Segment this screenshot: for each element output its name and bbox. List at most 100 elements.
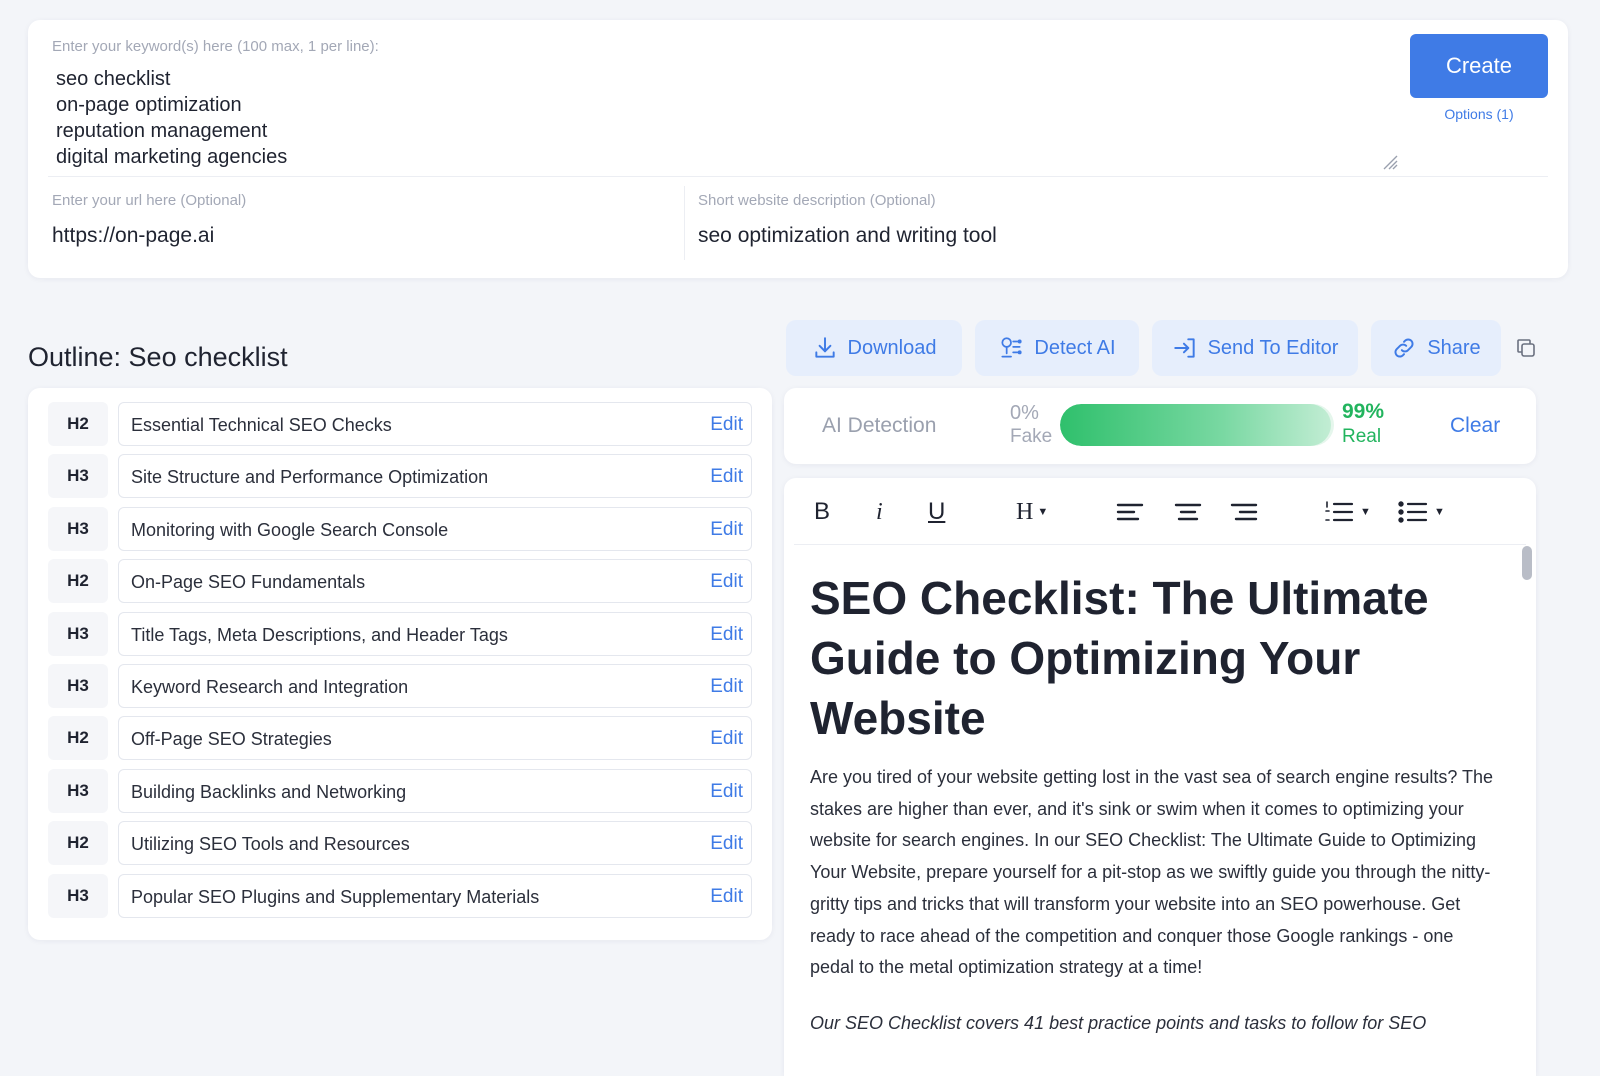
- outline-list: H2 Essential Technical SEO Checks Edit H…: [28, 388, 772, 940]
- keyword-input-panel: Enter your keyword(s) here (100 max, 1 p…: [28, 20, 1568, 278]
- heading-level-badge: H2: [48, 716, 108, 761]
- outline-row: H2 Off-Page SEO Strategies Edit: [28, 714, 772, 766]
- edit-button[interactable]: Edit: [710, 466, 743, 488]
- italic-label: i: [876, 498, 883, 525]
- fake-label: Fake: [1010, 426, 1053, 447]
- align-right-icon: [1230, 503, 1258, 521]
- url-input[interactable]: https://on-page.ai: [52, 224, 214, 248]
- keywords-label: Enter your keyword(s) here (100 max, 1 p…: [52, 38, 379, 55]
- ai-detection-panel: AI Detection 0% Fake 99% Real Clear: [784, 388, 1536, 464]
- create-button[interactable]: Create: [1410, 34, 1548, 98]
- outline-heading-field[interactable]: On-Page SEO Fundamentals Edit: [118, 559, 752, 604]
- outline-row: H3 Building Backlinks and Networking Edi…: [28, 767, 772, 819]
- detect-ai-label: Detect AI: [1034, 336, 1116, 359]
- heading-level-badge: H3: [48, 768, 108, 813]
- heading-level-badge: H3: [48, 611, 108, 656]
- outline-heading-text: Site Structure and Performance Optimizat…: [131, 467, 489, 488]
- download-label: Download: [847, 336, 937, 359]
- outline-heading-field[interactable]: Building Backlinks and Networking Edit: [118, 768, 752, 813]
- outline-row: H3 Title Tags, Meta Descriptions, and He…: [28, 610, 772, 662]
- detect-ai-button[interactable]: Detect AI: [975, 320, 1139, 376]
- align-center-button[interactable]: [1174, 496, 1202, 528]
- divider: [48, 176, 1548, 177]
- outline-heading-field[interactable]: Title Tags, Meta Descriptions, and Heade…: [118, 611, 752, 656]
- outline-heading-text: Monitoring with Google Search Console: [131, 519, 449, 540]
- outline-heading-text: Building Backlinks and Networking: [131, 781, 407, 802]
- edit-button[interactable]: Edit: [710, 571, 743, 593]
- outline-title: Outline: Seo checklist: [28, 342, 288, 372]
- bullet-list-dropdown[interactable]: ▼: [1398, 496, 1445, 528]
- outline-row: H3 Keyword Research and Integration Edit: [28, 662, 772, 714]
- edit-button[interactable]: Edit: [710, 519, 743, 541]
- send-to-editor-label: Send To Editor: [1207, 336, 1339, 359]
- ai-detection-bar: [1060, 404, 1334, 446]
- outline-heading-field[interactable]: Utilizing SEO Tools and Resources Edit: [118, 821, 752, 866]
- keywords-textarea[interactable]: seo checklist on-page optimization reput…: [56, 66, 287, 170]
- align-center-icon: [1174, 503, 1202, 521]
- document-title[interactable]: SEO Checklist: The Ultimate Guide to Opt…: [810, 568, 1490, 748]
- edit-button[interactable]: Edit: [710, 414, 743, 436]
- outline-heading-text: Essential Technical SEO Checks: [131, 415, 392, 435]
- outline-heading-field[interactable]: Off-Page SEO Strategies Edit: [118, 716, 752, 761]
- document-italic-paragraph[interactable]: Our SEO Checklist covers 41 best practic…: [810, 1008, 1500, 1039]
- document-intro-paragraph[interactable]: Are you tired of your website getting lo…: [810, 762, 1500, 984]
- caret-down-icon: ▼: [1037, 506, 1049, 518]
- ordered-list-dropdown[interactable]: ▼: [1324, 496, 1371, 528]
- ai-detection-bar-fill: [1060, 404, 1332, 446]
- copy-icon[interactable]: [1514, 336, 1538, 360]
- heading-level-badge: H2: [48, 559, 108, 604]
- heading-label: H: [1016, 498, 1034, 525]
- align-left-button[interactable]: [1116, 496, 1144, 528]
- edit-button[interactable]: Edit: [710, 624, 743, 646]
- outline-heading-text: Title Tags, Meta Descriptions, and Heade…: [131, 624, 508, 645]
- clear-button[interactable]: Clear: [1450, 414, 1500, 438]
- rich-text-editor: B i U H ▼ ▼ ▼ SEO Checklist: The Ultimat…: [784, 478, 1536, 1076]
- bold-button[interactable]: B: [814, 496, 830, 528]
- outline-heading-field[interactable]: Keyword Research and Integration Edit: [118, 663, 752, 708]
- url-label: Enter your url here (Optional): [52, 192, 247, 209]
- outline-heading-text: Off-Page SEO Strategies: [131, 729, 332, 750]
- heading-level-badge: H2: [48, 402, 108, 446]
- underline-label: U: [928, 498, 946, 525]
- align-left-icon: [1116, 503, 1144, 521]
- outline-row: H2 Utilizing SEO Tools and Resources Edi…: [28, 819, 772, 871]
- ai-detection-label: AI Detection: [822, 414, 937, 437]
- heading-level-badge: H3: [48, 506, 108, 551]
- outline-row: H2 Essential Technical SEO Checks Edit: [28, 400, 772, 452]
- heading-level-badge: H3: [48, 663, 108, 708]
- underline-button[interactable]: U: [928, 496, 945, 528]
- login-arrow-icon: [1173, 338, 1195, 358]
- share-label: Share: [1427, 336, 1481, 359]
- download-button[interactable]: Download: [786, 320, 962, 376]
- edit-button[interactable]: Edit: [710, 676, 743, 698]
- edit-button[interactable]: Edit: [710, 833, 743, 855]
- bullet-list-icon: [1398, 501, 1428, 523]
- caret-down-icon: ▼: [1434, 506, 1445, 518]
- outline-row: H3 Popular SEO Plugins and Supplementary…: [28, 872, 772, 924]
- outline-heading-field[interactable]: Popular SEO Plugins and Supplementary Ma…: [118, 873, 752, 918]
- edit-button[interactable]: Edit: [710, 886, 743, 908]
- outline-heading-text: Popular SEO Plugins and Supplementary Ma…: [131, 886, 540, 907]
- real-label: Real: [1342, 426, 1382, 447]
- edit-button[interactable]: Edit: [710, 728, 743, 750]
- outline-heading-field[interactable]: Monitoring with Google Search Console Ed…: [118, 506, 752, 551]
- share-button[interactable]: Share: [1371, 320, 1501, 376]
- outline-row: H3 Monitoring with Google Search Console…: [28, 505, 772, 557]
- real-percent: 99%: [1342, 400, 1385, 423]
- italic-button[interactable]: i: [876, 496, 883, 528]
- edit-button[interactable]: Edit: [710, 781, 743, 803]
- link-icon: [1394, 338, 1414, 358]
- outline-heading-field[interactable]: Site Structure and Performance Optimizat…: [118, 454, 752, 499]
- options-link[interactable]: Options (1): [1410, 106, 1548, 122]
- heading-dropdown[interactable]: H ▼: [1016, 496, 1048, 528]
- outline-heading-field[interactable]: Essential Technical SEO Checks Edit: [118, 402, 752, 446]
- send-to-editor-button[interactable]: Send To Editor: [1152, 320, 1358, 376]
- resize-handle-icon[interactable]: [1380, 152, 1398, 170]
- heading-level-badge: H2: [48, 821, 108, 866]
- editor-scrollbar[interactable]: [1522, 546, 1532, 580]
- ai-brain-icon: [1001, 337, 1023, 358]
- divider: [794, 544, 1526, 545]
- align-right-button[interactable]: [1230, 496, 1258, 528]
- description-input[interactable]: seo optimization and writing tool: [698, 224, 997, 248]
- ordered-list-icon: [1325, 501, 1354, 522]
